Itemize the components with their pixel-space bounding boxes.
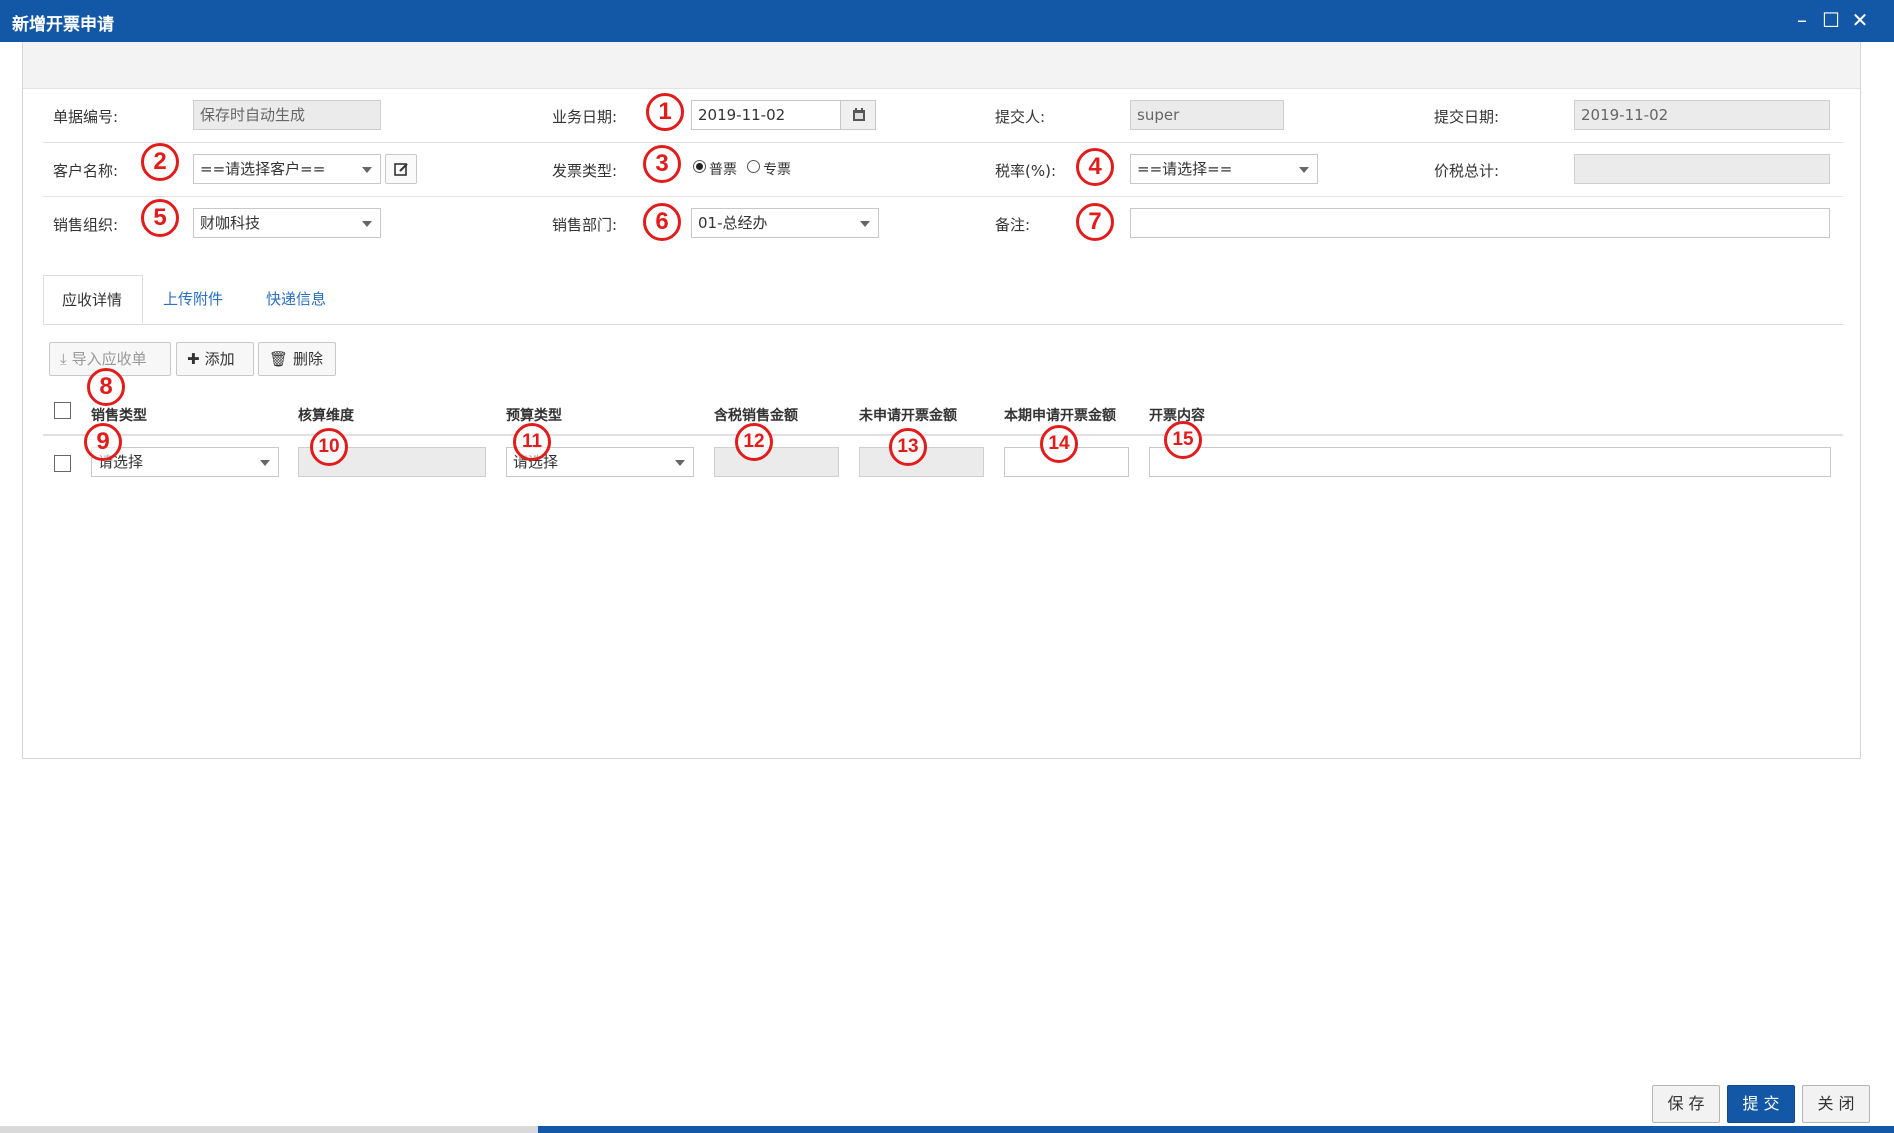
bottom-status-bar	[538, 1126, 1894, 1133]
minimize-icon[interactable]: –	[1791, 8, 1813, 32]
panel-header-strip	[23, 42, 1860, 89]
sales-dept-label: 销售部门:	[552, 216, 618, 234]
edit-icon	[394, 163, 408, 176]
col-unapplied-amount: 未申请开票金额	[859, 408, 957, 424]
customer-label: 客户名称:	[53, 162, 119, 180]
import-icon: ⤓	[60, 350, 67, 368]
col-budget-type: 预算类型	[506, 408, 562, 424]
select-all-checkbox[interactable]	[54, 402, 71, 419]
submitter-label: 提交人:	[995, 108, 1046, 126]
radio-plain-invoice-label: 普票	[709, 162, 737, 178]
sales-dept-select-value: 01-总经办	[698, 214, 768, 232]
form-panel: 单据编号: 保存时自动生成 业务日期: 2019-11-02 提交人: supe…	[22, 42, 1861, 759]
maximize-icon[interactable]: ☐	[1820, 8, 1842, 32]
marker-7: 7	[1076, 203, 1114, 241]
sales-org-label: 销售组织:	[53, 216, 119, 234]
chevron-down-icon	[362, 221, 372, 227]
col-dimension: 核算维度	[298, 408, 354, 424]
tab-receivable-detail[interactable]: 应收详情	[43, 275, 143, 324]
col-this-period-amount: 本期申请开票金额	[1004, 408, 1116, 424]
edit-customer-button[interactable]	[385, 154, 417, 184]
doc-no-field: 保存时自动生成	[193, 100, 381, 130]
row-divider	[43, 196, 1843, 197]
col-amount-with-tax: 含税销售金额	[714, 408, 798, 424]
row-content-input[interactable]	[1149, 447, 1831, 477]
calendar-icon	[853, 108, 865, 121]
submit-date-field: 2019-11-02	[1574, 100, 1830, 130]
marker-2: 2	[141, 143, 179, 181]
calendar-button[interactable]	[840, 100, 876, 130]
chevron-down-icon	[675, 460, 685, 466]
biz-date-input[interactable]: 2019-11-02	[691, 100, 841, 130]
tax-rate-label: 税率(%):	[995, 162, 1057, 180]
marker-9: 9	[84, 423, 122, 461]
invoice-type-label: 发票类型:	[552, 162, 618, 180]
marker-4: 4	[1076, 148, 1114, 186]
biz-date-label: 业务日期:	[552, 108, 618, 126]
customer-select[interactable]: ==请选择客户==	[193, 154, 381, 184]
chevron-down-icon	[260, 460, 270, 466]
submit-date-label: 提交日期:	[1434, 108, 1500, 126]
radio-plain-invoice[interactable]	[693, 160, 706, 173]
doc-no-label: 单据编号:	[53, 108, 119, 126]
marker-3: 3	[643, 145, 681, 183]
marker-6: 6	[643, 203, 681, 241]
add-button[interactable]: ✚ 添加	[176, 342, 254, 376]
sales-org-select-value: 财咖科技	[200, 214, 261, 232]
plus-icon: ✚	[187, 350, 200, 368]
radio-special-invoice[interactable]	[747, 160, 760, 173]
marker-11: 11	[513, 423, 551, 461]
remark-input[interactable]	[1130, 208, 1830, 238]
submitter-field: super	[1130, 100, 1284, 130]
chevron-down-icon	[860, 221, 870, 227]
row-divider	[43, 142, 1843, 143]
tax-rate-select-value: ==请选择==	[1137, 160, 1233, 178]
total-field	[1574, 154, 1830, 184]
marker-14: 14	[1040, 425, 1078, 463]
chevron-down-icon	[362, 167, 372, 173]
close-button[interactable]: 关 闭	[1802, 1085, 1870, 1123]
tab-upload-attachment[interactable]: 上传附件	[145, 275, 241, 324]
marker-5: 5	[141, 199, 179, 237]
sales-org-select[interactable]: 财咖科技	[193, 208, 381, 238]
marker-10: 10	[310, 428, 348, 466]
chevron-down-icon	[1299, 167, 1309, 173]
marker-13: 13	[889, 428, 927, 466]
marker-1: 1	[646, 93, 684, 131]
remark-label: 备注:	[995, 216, 1031, 234]
submit-button[interactable]: 提 交	[1727, 1085, 1795, 1123]
detail-tabs: 应收详情 上传附件 快递信息	[43, 275, 1843, 325]
tab-express-info[interactable]: 快递信息	[248, 275, 344, 324]
marker-15: 15	[1164, 421, 1202, 459]
tax-rate-select[interactable]: ==请选择==	[1130, 154, 1318, 184]
window-title: 新增开票申请	[12, 15, 114, 35]
window-title-bar: 新增开票申请 – ☐ ✕	[0, 0, 1894, 42]
row-divider	[43, 88, 1843, 89]
save-button[interactable]: 保 存	[1652, 1085, 1720, 1123]
total-label: 价税总计:	[1434, 162, 1500, 180]
row-amount-with-tax-field	[714, 447, 839, 477]
row-checkbox[interactable]	[54, 455, 71, 472]
sales-dept-select[interactable]: 01-总经办	[691, 208, 879, 238]
radio-special-invoice-label: 专票	[763, 162, 791, 178]
col-sales-type: 销售类型	[91, 408, 147, 424]
marker-12: 12	[735, 423, 773, 461]
bottom-scrollbar-track	[0, 1126, 538, 1133]
delete-button[interactable]: 🗑 删除	[258, 342, 336, 376]
marker-8: 8	[87, 368, 125, 406]
close-icon[interactable]: ✕	[1849, 8, 1871, 32]
customer-select-value: ==请选择客户==	[200, 160, 326, 178]
trash-icon: 🗑	[269, 350, 289, 368]
